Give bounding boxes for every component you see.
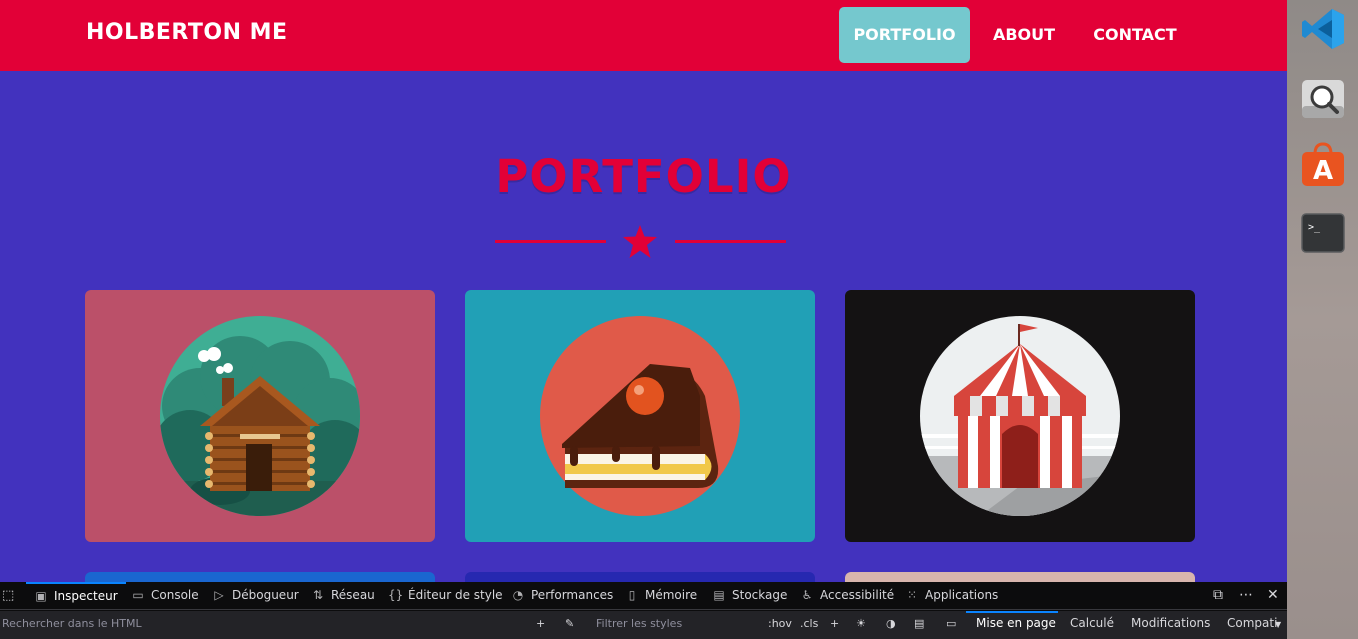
style-editor-icon: {}	[388, 588, 404, 602]
devtools-tab-label: Éditeur de style	[408, 588, 503, 602]
network-icon: ⇅	[312, 588, 324, 602]
devtools-panel: ⬚ ▣ Inspecteur ▭ Console ▷ Débogueur ⇅ Résea…	[0, 582, 1287, 639]
devtools-tab-performance[interactable]: ◔ Performances	[511, 582, 614, 610]
navbar: HOLBERTON ME PORTFOLIO ABOUT CONTACT	[0, 0, 1287, 71]
portfolio-card-row2-1[interactable]	[85, 572, 435, 582]
more-options-icon[interactable]: ⋯	[1239, 587, 1253, 603]
portfolio-card-circus[interactable]	[845, 290, 1195, 542]
side-tab-layout[interactable]: Mise en page	[976, 616, 1056, 630]
element-picker-icon[interactable]: ⬚	[2, 588, 14, 603]
portfolio-card-cabin[interactable]	[85, 290, 435, 542]
accessibility-icon: ♿	[801, 588, 813, 602]
software-store-icon[interactable]: A	[1300, 142, 1346, 188]
portfolio-card-cake[interactable]	[465, 290, 815, 542]
performance-icon: ◔	[512, 588, 524, 602]
portfolio-card-row2-3[interactable]	[845, 572, 1195, 582]
cake-slice-icon	[540, 316, 740, 516]
divider-left	[495, 240, 606, 243]
desktop-dock: A >_	[1287, 0, 1358, 639]
devtools-tab-label: Stockage	[732, 588, 788, 602]
nav-item-about[interactable]: ABOUT	[985, 7, 1063, 63]
console-icon: ▭	[132, 588, 144, 602]
devtools-tab-accessibility[interactable]: ♿ Accessibilité	[800, 582, 895, 610]
hov-button[interactable]: :hov	[768, 617, 792, 630]
light-mode-icon[interactable]: ☀	[856, 617, 866, 630]
nav-item-portfolio[interactable]: PORTFOLIO	[839, 7, 970, 63]
devtools-tab-memory[interactable]: ▯ Mémoire	[625, 582, 697, 610]
inspector-icon: ▣	[35, 589, 47, 603]
devtools-tab-debugger[interactable]: ▷ Débogueur	[212, 582, 299, 610]
devtools-tab-label: Débogueur	[232, 588, 299, 602]
cls-button[interactable]: .cls	[800, 617, 818, 630]
add-node-icon[interactable]: +	[536, 617, 545, 630]
devtools-tab-network[interactable]: ⇅ Réseau	[311, 582, 375, 610]
add-rule-icon[interactable]: +	[830, 617, 839, 630]
chevron-down-icon[interactable]: ▼	[1275, 620, 1281, 629]
devtools-tab-applications[interactable]: ⁙ Applications	[905, 582, 998, 610]
divider-right	[675, 240, 786, 243]
devtools-tab-label: Applications	[925, 588, 999, 602]
devtools-tab-label: Inspecteur	[54, 589, 118, 603]
side-tab-computed[interactable]: Calculé	[1070, 616, 1114, 630]
toggle-pane-icon[interactable]: ▭	[946, 617, 956, 630]
devtools-tab-label: Console	[151, 588, 199, 602]
dock-side-icon[interactable]: ⧉	[1213, 587, 1223, 603]
browser-viewport: HOLBERTON ME PORTFOLIO ABOUT CONTACT POR…	[0, 0, 1287, 582]
close-icon[interactable]: ✕	[1267, 587, 1279, 603]
storage-icon: ▤	[713, 588, 725, 602]
svg-text:A: A	[1313, 156, 1333, 186]
devtools-tab-label: Performances	[531, 588, 614, 602]
devtools-tab-inspector[interactable]: ▣ Inspecteur	[26, 582, 126, 610]
devtools-toolbar: ⬚ ▣ Inspecteur ▭ Console ▷ Débogueur ⇅ Résea…	[0, 582, 1287, 610]
side-tab-compatibility[interactable]: Compati	[1227, 616, 1277, 630]
debugger-icon: ▷	[214, 588, 224, 602]
eyedropper-icon[interactable]: ✎	[565, 617, 574, 630]
devtools-tab-console[interactable]: ▭ Console	[131, 582, 199, 610]
devtools-subtoolbar: Rechercher dans le HTML + ✎ Filtrer les …	[0, 611, 1287, 639]
section-title: PORTFOLIO	[495, 150, 792, 203]
devtools-tab-label: Mémoire	[645, 588, 698, 602]
devtools-tab-style-editor[interactable]: {} Éditeur de style	[388, 582, 503, 610]
brand-logo[interactable]: HOLBERTON ME	[86, 20, 288, 45]
nav-item-contact[interactable]: CONTACT	[1085, 7, 1185, 63]
memory-icon: ▯	[628, 588, 636, 602]
dark-mode-icon[interactable]: ◑	[886, 617, 896, 630]
circus-tent-icon	[920, 316, 1120, 516]
devtools-tab-label: Accessibilité	[820, 588, 895, 602]
applications-icon: ⁙	[906, 588, 918, 602]
search-app-icon[interactable]	[1300, 76, 1346, 122]
print-icon[interactable]: ▤	[914, 617, 924, 630]
side-tab-active-indicator	[966, 611, 1058, 613]
devtools-tab-label: Réseau	[331, 588, 375, 602]
styles-filter-input[interactable]: Filtrer les styles	[596, 617, 682, 630]
star-icon	[623, 225, 657, 258]
devtools-tab-storage[interactable]: ▤ Stockage	[712, 582, 787, 610]
html-search-input[interactable]: Rechercher dans le HTML	[2, 617, 142, 630]
svg-text:>_: >_	[1308, 222, 1321, 233]
terminal-icon[interactable]: >_	[1300, 210, 1346, 256]
vscode-icon[interactable]	[1300, 6, 1346, 52]
log-cabin-icon	[160, 316, 360, 516]
side-tab-changes[interactable]: Modifications	[1131, 616, 1210, 630]
portfolio-card-row2-2[interactable]	[465, 572, 815, 582]
